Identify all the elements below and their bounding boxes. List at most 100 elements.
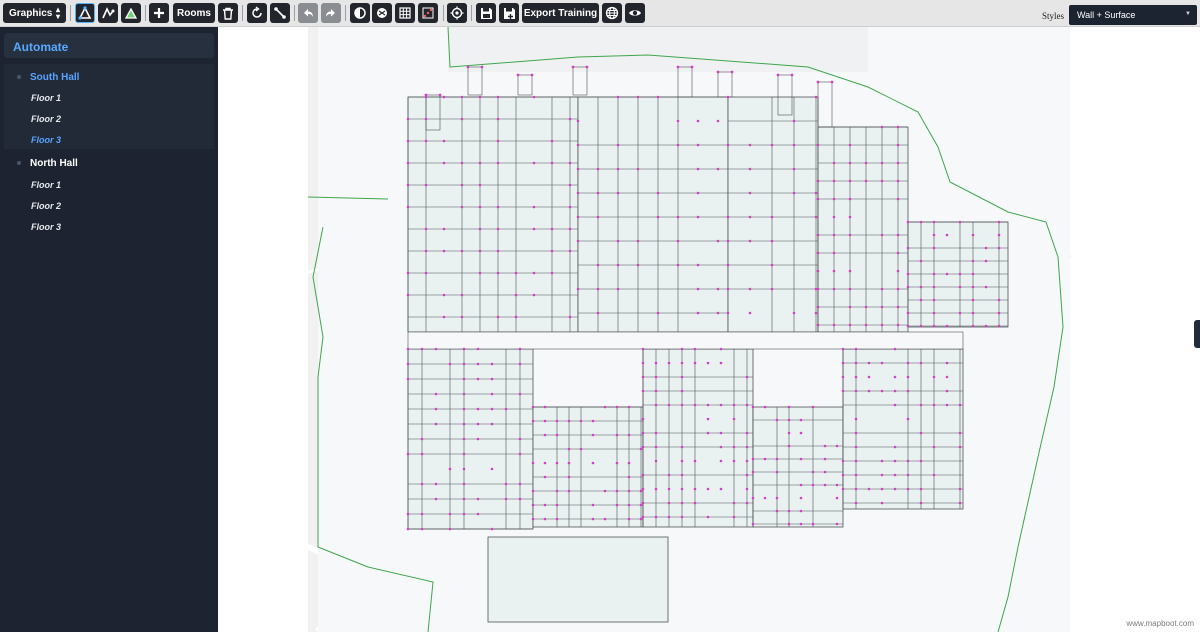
- wall-vertex[interactable]: [532, 227, 536, 231]
- wall-vertex[interactable]: [799, 483, 803, 487]
- wall-vertex[interactable]: [591, 517, 595, 521]
- wall-vertex[interactable]: [550, 249, 554, 253]
- parking-structure[interactable]: [487, 536, 669, 623]
- wall-vertex[interactable]: [958, 487, 962, 491]
- wall-vertex[interactable]: [893, 487, 897, 491]
- wall-vertex[interactable]: [434, 347, 438, 351]
- wall-vertex[interactable]: [676, 143, 680, 147]
- wall-vertex[interactable]: [568, 315, 572, 319]
- wall-vertex[interactable]: [406, 271, 410, 275]
- wall-vertex[interactable]: [543, 433, 547, 437]
- wall-vertex[interactable]: [627, 433, 631, 437]
- wall-vertex[interactable]: [867, 361, 871, 365]
- wall-vertex[interactable]: [864, 161, 868, 165]
- wall-vertex[interactable]: [880, 361, 884, 365]
- wall-vertex[interactable]: [424, 183, 428, 187]
- wall-vertex[interactable]: [636, 239, 640, 243]
- wall-vertex[interactable]: [654, 389, 658, 393]
- wall-vertex[interactable]: [504, 482, 508, 486]
- wall-vertex[interactable]: [531, 489, 535, 493]
- wall-vertex[interactable]: [893, 403, 897, 407]
- wall-vertex[interactable]: [816, 233, 820, 237]
- wall-vertex[interactable]: [667, 403, 671, 407]
- wall-vertex[interactable]: [627, 489, 631, 493]
- wall-vertex[interactable]: [816, 251, 820, 255]
- wall-vertex[interactable]: [460, 117, 464, 121]
- wall-vertex[interactable]: [596, 287, 600, 291]
- wall-vertex[interactable]: [945, 389, 949, 393]
- wall-vertex[interactable]: [462, 407, 466, 411]
- wall-vertex[interactable]: [424, 93, 428, 97]
- wall-vertex[interactable]: [854, 487, 858, 491]
- wall-vertex[interactable]: [880, 323, 884, 327]
- wall-vertex[interactable]: [896, 161, 900, 165]
- wall-vertex[interactable]: [424, 227, 428, 231]
- wall-vertex[interactable]: [787, 522, 791, 526]
- wall-vertex[interactable]: [406, 117, 410, 121]
- sidebar-header[interactable]: Automate: [4, 33, 214, 58]
- visibility-button[interactable]: [625, 3, 645, 23]
- wall-vertex[interactable]: [726, 215, 730, 219]
- wall-vertex[interactable]: [880, 287, 884, 291]
- wall-vertex[interactable]: [792, 311, 796, 315]
- wall-vertex[interactable]: [848, 323, 852, 327]
- wall-vertex[interactable]: [568, 161, 572, 165]
- wall-vertex[interactable]: [932, 311, 936, 315]
- wall-vertex[interactable]: [854, 431, 858, 435]
- wall-vertex[interactable]: [641, 389, 645, 393]
- globe-button[interactable]: [602, 3, 622, 23]
- wall-vertex[interactable]: [496, 205, 500, 209]
- wall-vertex[interactable]: [854, 445, 858, 449]
- wall-vertex[interactable]: [958, 445, 962, 449]
- wall-vertex[interactable]: [841, 459, 845, 463]
- wall-vertex[interactable]: [596, 263, 600, 267]
- wall-vertex[interactable]: [460, 161, 464, 165]
- wall-vertex[interactable]: [971, 285, 975, 289]
- wall-vertex[interactable]: [945, 403, 949, 407]
- wall-vertex[interactable]: [997, 246, 1001, 250]
- wall-vertex[interactable]: [787, 418, 791, 422]
- wall-vertex[interactable]: [835, 444, 839, 448]
- wall-vertex[interactable]: [576, 143, 580, 147]
- wall-vertex[interactable]: [518, 497, 522, 501]
- wall-vertex[interactable]: [848, 269, 852, 273]
- wall-vertex[interactable]: [476, 422, 480, 426]
- wall-vertex[interactable]: [518, 437, 522, 441]
- wall-vertex[interactable]: [770, 239, 774, 243]
- wall-vertex[interactable]: [532, 161, 536, 165]
- wall-vertex[interactable]: [830, 80, 834, 84]
- wall-vertex[interactable]: [748, 143, 752, 147]
- wall-vertex[interactable]: [748, 167, 752, 171]
- wall-vertex[interactable]: [462, 377, 466, 381]
- wall-vertex[interactable]: [603, 517, 607, 521]
- wall-vertex[interactable]: [616, 167, 620, 171]
- wall-vertex[interactable]: [716, 119, 720, 123]
- wall-vertex[interactable]: [543, 475, 547, 479]
- wall-vertex[interactable]: [567, 419, 571, 423]
- wall-vertex[interactable]: [732, 445, 736, 449]
- wall-vertex[interactable]: [424, 271, 428, 275]
- wall-vertex[interactable]: [880, 179, 884, 183]
- wall-vertex[interactable]: [442, 249, 446, 253]
- wall-vertex[interactable]: [667, 515, 671, 519]
- wall-vertex[interactable]: [799, 496, 803, 500]
- wall-vertex[interactable]: [434, 392, 438, 396]
- wall-vertex[interactable]: [719, 361, 723, 365]
- floor-item-north-3[interactable]: Floor 3: [31, 222, 61, 232]
- wall-vertex[interactable]: [531, 461, 535, 465]
- wall-vertex[interactable]: [603, 489, 607, 493]
- wall-vertex[interactable]: [480, 65, 484, 69]
- wall-vertex[interactable]: [854, 361, 858, 365]
- floor-item-south-2[interactable]: Floor 2: [31, 114, 61, 124]
- wall-vertex[interactable]: [864, 323, 868, 327]
- wall-vertex[interactable]: [745, 375, 749, 379]
- wall-vertex[interactable]: [932, 473, 936, 477]
- building-block[interactable]: [642, 348, 754, 528]
- wall-vertex[interactable]: [971, 298, 975, 302]
- wall-vertex[interactable]: [531, 419, 535, 423]
- wall-vertex[interactable]: [706, 487, 710, 491]
- wall-vertex[interactable]: [514, 293, 518, 297]
- rotate-button[interactable]: [247, 3, 267, 23]
- wall-vertex[interactable]: [576, 287, 580, 291]
- wall-vertex[interactable]: [476, 512, 480, 516]
